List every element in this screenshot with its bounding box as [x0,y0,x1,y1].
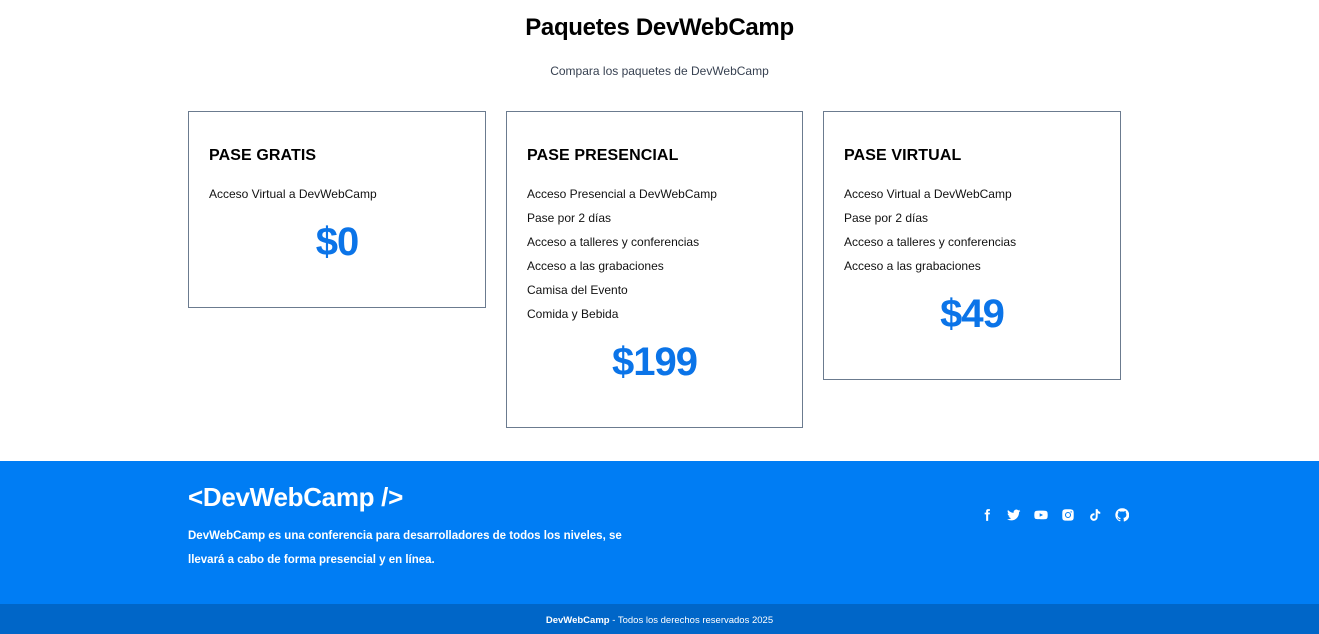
package-feature: Acceso Presencial a DevWebCamp [527,187,717,201]
packages-section: Paquetes DevWebCamp Compara los paquetes… [0,0,1319,461]
package-feature: Acceso a talleres y conferencias [527,235,700,249]
page-title: Paquetes DevWebCamp [525,14,794,41]
package-card-virtual: PASE VIRTUAL Acceso Virtual a DevWebCamp… [823,111,1121,380]
package-price: $49 [940,292,1005,336]
youtube-icon[interactable] [1032,506,1049,523]
tiktok-icon[interactable] [1086,506,1103,523]
github-icon[interactable] [1113,506,1130,523]
package-feature: Pase por 2 días [527,211,612,225]
package-feature: Acceso a las grabaciones [844,259,981,273]
footer-description: DevWebCamp es una conferencia para desar… [188,530,622,566]
package-price: $199 [612,340,698,384]
site-footer: <DevWebCamp /> DevWebCamp es una confere… [0,461,1319,604]
package-card-gratis: PASE GRATIS Acceso Virtual a DevWebCamp … [188,111,486,308]
page-subtitle: Compara los paquetes de DevWebCamp [550,64,769,78]
package-feature: Acceso a las grabaciones [527,259,664,273]
package-card-presencial: PASE PRESENCIAL Acceso Presencial a DevW… [506,111,803,428]
copyright-text: - Todos los derechos reservados 2025 [609,615,774,626]
package-feature: Acceso a talleres y conferencias [844,235,1017,249]
footer-logo-link[interactable]: <DevWebCamp /> [188,482,403,513]
copyright-brand: DevWebCamp [545,615,610,626]
package-features-list: Acceso Virtual a DevWebCamp [209,182,465,206]
twitter-icon[interactable] [1005,506,1022,523]
package-feature: Pase por 2 días [844,211,929,225]
package-title: PASE PRESENCIAL [527,147,679,164]
package-feature: Comida y Bebida [527,307,619,321]
package-features-list: Acceso Presencial a DevWebCamp Pase por … [527,182,782,326]
package-title: PASE VIRTUAL [844,147,962,164]
social-links [978,506,1130,523]
package-feature: Acceso Virtual a DevWebCamp [209,187,377,201]
package-feature: Acceso Virtual a DevWebCamp [844,187,1012,201]
package-features-list: Acceso Virtual a DevWebCamp Pase por 2 d… [844,182,1100,278]
package-title: PASE GRATIS [209,147,317,164]
instagram-icon[interactable] [1059,506,1076,523]
package-feature: Camisa del Evento [527,283,628,297]
copyright-bar: DevWebCamp - Todos los derechos reservad… [0,604,1319,634]
facebook-icon[interactable] [978,506,995,523]
package-price: $0 [315,220,360,264]
